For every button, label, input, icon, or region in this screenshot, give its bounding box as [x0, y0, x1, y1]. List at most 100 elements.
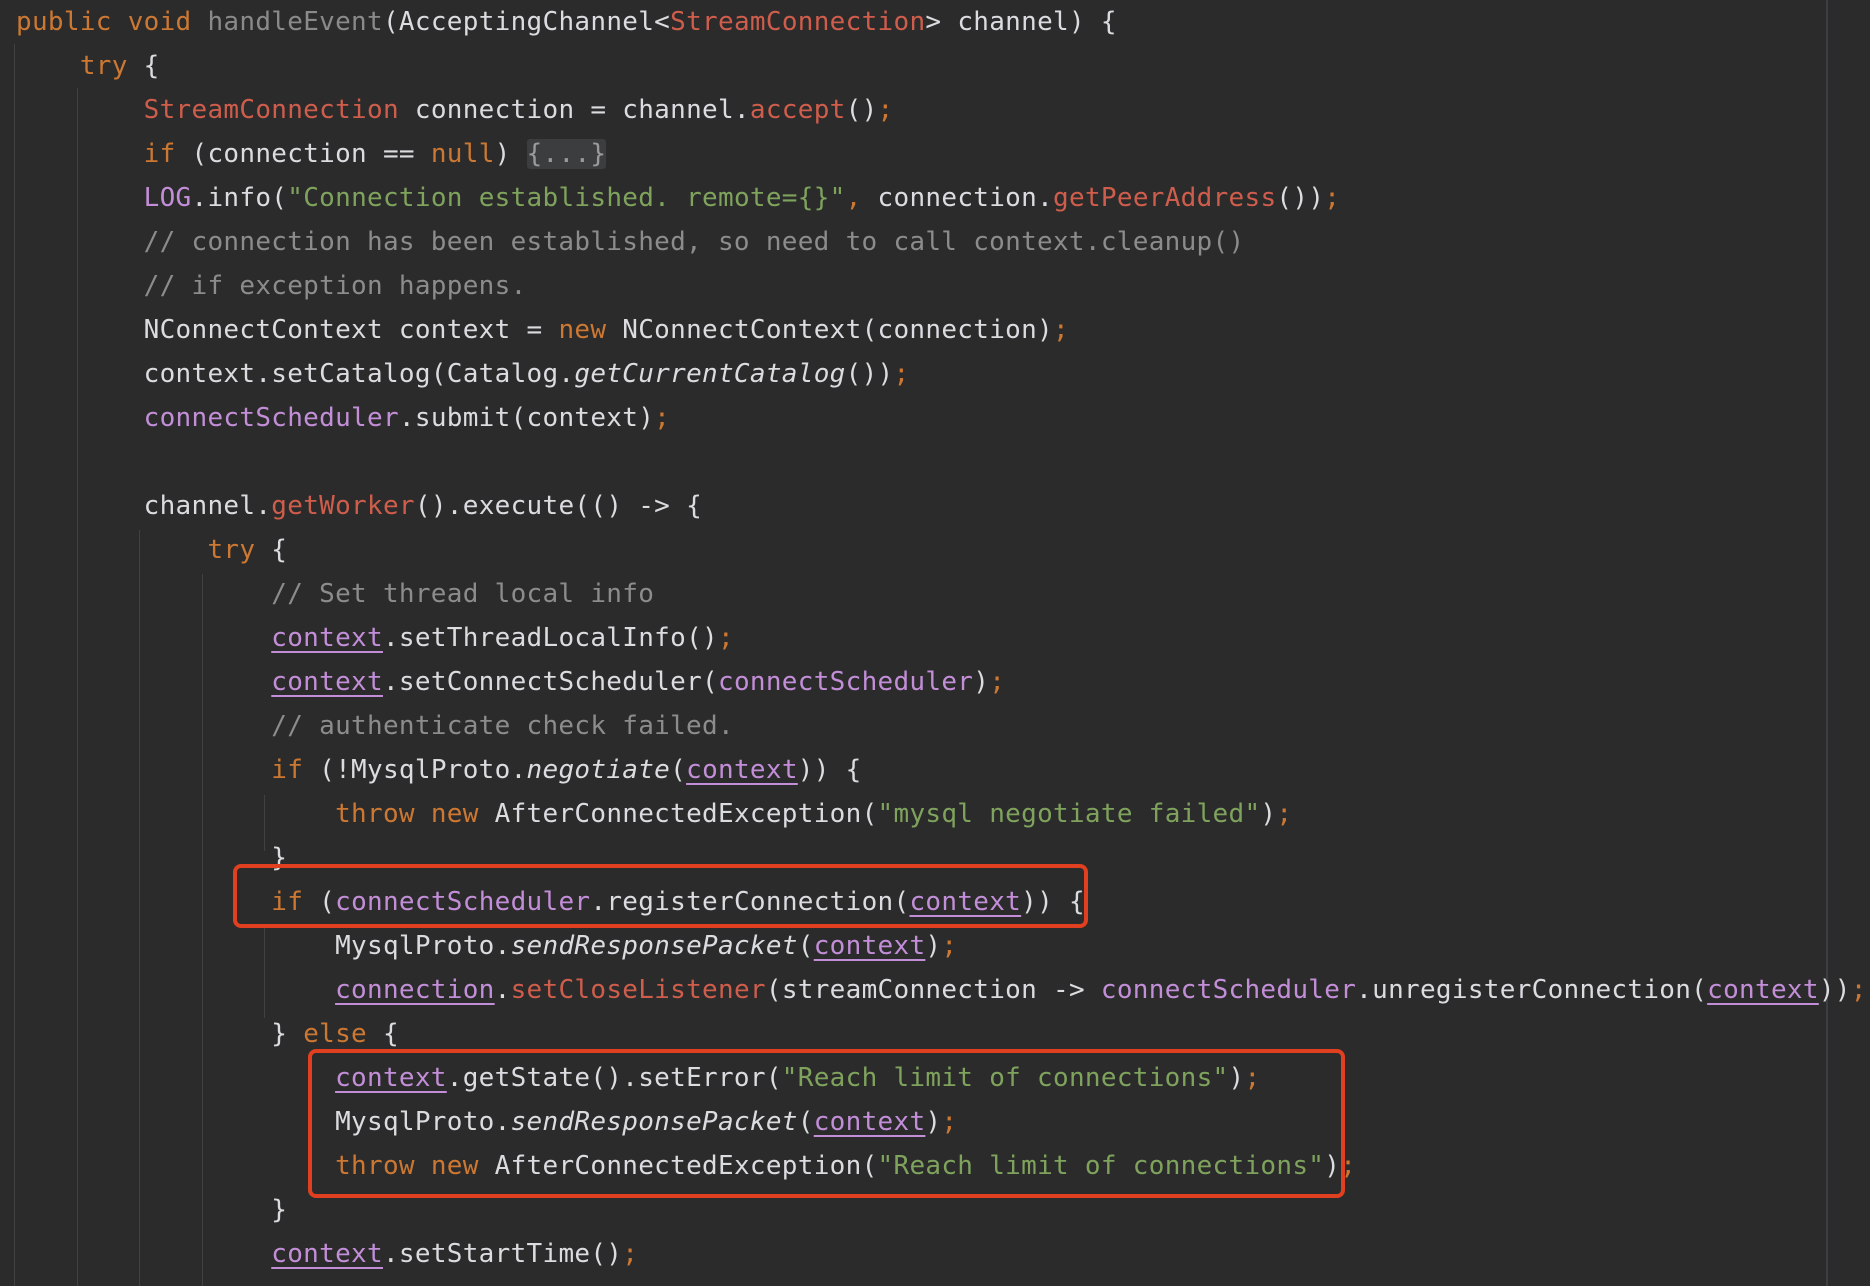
code-token: (streamConnection -> [765, 975, 1101, 1005]
code-token: throw [335, 799, 431, 829]
code-line[interactable]: context.setThreadLocalInfo(); [16, 616, 734, 660]
code-token: . [494, 975, 511, 1005]
code-token: } [271, 1195, 288, 1225]
code-token: ) [925, 931, 942, 961]
code-token: ; [622, 1239, 639, 1269]
code-line[interactable]: channel.getWorker().execute(() -> { [16, 484, 702, 528]
highlight-box-else-branch [308, 1049, 1345, 1198]
code-line[interactable]: // Set thread local info [16, 572, 654, 616]
code-line[interactable]: if (connection == null) {...} [16, 132, 607, 176]
code-line[interactable]: try { [16, 528, 287, 572]
code-token: ()) [1276, 183, 1325, 213]
code-token: .unregisterConnection( [1356, 975, 1708, 1005]
code-token: (AcceptingChannel< [382, 7, 671, 37]
code-token: (connection == [175, 139, 431, 169]
code-token: ; [877, 95, 894, 125]
code-token: NConnectContext(connection) [622, 315, 1054, 345]
code-line[interactable]: try { [16, 44, 160, 88]
indent-guide-1 [14, 44, 15, 1286]
code-line[interactable]: MysqlProto.sendResponsePacket(context); [16, 924, 957, 968]
code-token: connectScheduler [143, 403, 399, 433]
code-token: context.setCatalog(Catalog. [143, 359, 575, 389]
code-token: context [271, 1239, 383, 1269]
code-line[interactable]: public void handleEvent(AcceptingChannel… [16, 0, 1117, 44]
code-token: null [430, 139, 495, 169]
code-token: , [845, 183, 878, 213]
code-token: ; [893, 359, 910, 389]
code-line[interactable]: context.setStartTime(); [16, 1232, 638, 1276]
code-token: ; [717, 623, 734, 653]
code-token: )) [1818, 975, 1851, 1005]
code-token: ()) [845, 359, 894, 389]
code-token: ; [989, 667, 1006, 697]
code-token: > channel) { [925, 7, 1117, 37]
code-token: if [271, 755, 304, 785]
code-line[interactable]: // if exception happens. [16, 264, 527, 308]
code-token: getPeerAddress [1053, 183, 1277, 213]
code-token: StreamConnection [670, 7, 926, 37]
code-token: context [271, 623, 383, 653]
highlight-box-register-connection [233, 864, 1088, 928]
code-token: else [303, 1019, 368, 1049]
code-token: StreamConnection [143, 95, 399, 125]
code-token: getCurrentCatalog [574, 359, 846, 389]
code-line[interactable]: if (!MysqlProto.negotiate(context)) { [16, 748, 862, 792]
code-token: ) [494, 139, 527, 169]
code-token: "Connection established. remote={}" [287, 183, 846, 213]
code-line[interactable]: // authenticate check failed. [16, 704, 734, 748]
code-token: LOG [143, 183, 192, 213]
code-line[interactable]: connection.setCloseListener(streamConnec… [16, 968, 1867, 1012]
code-line[interactable]: // connection has been established, so n… [16, 220, 1244, 264]
code-token: handleEvent [207, 7, 383, 37]
code-token: new [558, 315, 623, 345]
code-token: connection = channel. [398, 95, 750, 125]
code-token: .setStartTime() [382, 1239, 623, 1269]
code-token: MysqlProto. [335, 931, 511, 961]
code-token: connection. [877, 183, 1054, 213]
code-line[interactable]: throw new AfterConnectedException("mysql… [16, 792, 1292, 836]
code-token: new [430, 799, 495, 829]
code-line[interactable]: connectScheduler.submit(context); [16, 396, 670, 440]
code-editor[interactable]: public void handleEvent(AcceptingChannel… [0, 0, 1870, 1286]
code-token: getWorker [271, 491, 415, 521]
code-token: )) { [797, 755, 862, 785]
code-token: // authenticate check failed. [271, 711, 734, 741]
code-line[interactable]: } [16, 1188, 287, 1232]
code-token: connection [335, 975, 495, 1005]
code-token: { [255, 535, 288, 565]
code-token: connectScheduler [717, 667, 974, 697]
code-token: ; [1850, 975, 1867, 1005]
code-token: ; [1324, 183, 1341, 213]
right-margin-line [1826, 0, 1828, 1286]
code-line[interactable]: LOG.info("Connection established. remote… [16, 176, 1340, 220]
code-token: negotiate [526, 755, 671, 785]
code-line[interactable]: context.setCatalog(Catalog.getCurrentCat… [16, 352, 910, 396]
code-line[interactable]: context.setConnectScheduler(connectSched… [16, 660, 1005, 704]
code-line[interactable]: NConnectContext context = new NConnectCo… [16, 308, 1069, 352]
code-line[interactable]: StreamConnection connection = channel.ac… [16, 88, 894, 132]
code-token: ; [1276, 799, 1293, 829]
code-token: accept [749, 95, 846, 125]
code-token: sendResponsePacket [510, 931, 798, 961]
code-token: .setThreadLocalInfo() [382, 623, 718, 653]
code-token: connectScheduler [1100, 975, 1357, 1005]
code-token: ( [797, 931, 814, 961]
code-token: public [16, 7, 128, 37]
code-token: { [367, 1019, 399, 1049]
